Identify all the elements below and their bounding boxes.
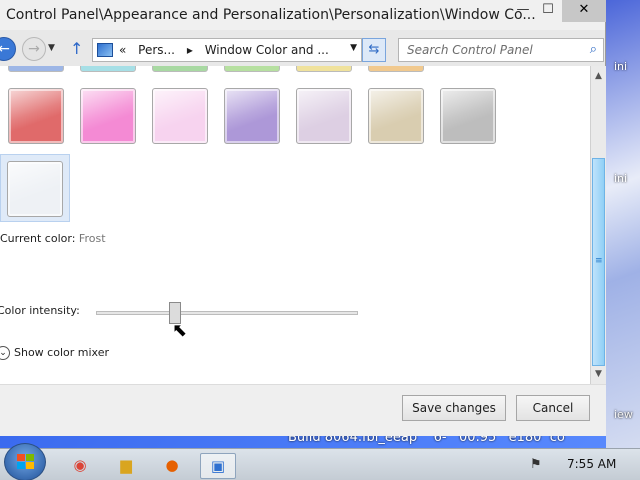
control-panel-window: Control Panel\Appearance and Personaliza… [0,0,606,436]
control-panel-icon [97,43,113,57]
back-button[interactable]: ← [0,37,16,61]
taskbar: ◉ ▆ ● ▣ ⚑ 7:55 AM [0,443,640,480]
refresh-button[interactable]: ⇆ [362,38,386,62]
color-swatch[interactable] [152,66,208,72]
vertical-scrollbar[interactable]: ▲ ≡ ▼ [590,66,606,384]
search-box: ⌕ [398,38,604,62]
clock[interactable]: 7:55 AM [567,457,616,471]
window-title: Control Panel\Appearance and Personaliza… [6,7,536,23]
color-swatch-lavender[interactable] [296,88,352,144]
search-input[interactable] [407,40,577,60]
scrollbar-grip-icon: ≡ [595,256,603,266]
dialog-footer: Save changes Cancel [0,384,606,436]
chrome-icon[interactable]: ◉ [62,453,98,479]
maximize-button[interactable]: ☐ [536,0,560,22]
current-color-value: Frost [78,232,106,245]
desktop-icon-label[interactable]: iew [614,408,633,421]
color-swatch[interactable] [296,66,352,72]
color-intensity-label: Color intensity: [0,304,80,317]
show-color-mixer-toggle[interactable]: ⌄ Show color mixer [0,346,109,360]
scroll-down-arrow-icon[interactable]: ▼ [591,366,606,382]
color-swatch[interactable] [80,66,136,72]
breadcrumb-overflow[interactable]: « [119,43,126,57]
scroll-up-arrow-icon[interactable]: ▲ [591,68,606,84]
chevron-down-icon[interactable]: ▼ [350,43,357,53]
forward-button[interactable]: → [22,37,46,61]
cancel-button[interactable]: Cancel [516,395,590,421]
breadcrumb-separator-icon[interactable]: ▸ [187,43,193,57]
color-intensity-slider-track[interactable] [96,311,358,315]
up-arrow-icon[interactable]: ↑ [70,39,83,58]
color-swatch-red[interactable] [8,88,64,144]
navigation-bar: ← → ▼ ↑ « Pers... ▸ Window Color and ...… [0,34,606,64]
color-swatch-light-pink[interactable] [152,88,208,144]
explorer-folder-icon[interactable]: ▆ [108,453,144,479]
desktop-icon-label[interactable]: ini [614,60,627,73]
minimize-button[interactable]: — [512,0,534,22]
color-swatch[interactable] [8,66,64,72]
breadcrumb-item[interactable]: Window Color and ... [205,43,329,57]
windows-logo-icon [17,454,35,470]
color-swatch[interactable] [224,66,280,72]
recent-pages-dropdown[interactable]: ▼ [48,43,55,53]
desktop-icon-label[interactable]: ini [614,172,627,185]
color-swatch-taupe[interactable] [368,88,424,144]
color-swatch-violet[interactable] [224,88,280,144]
chevron-down-icon: ⌄ [0,346,10,360]
current-color-label: Current color: [0,232,76,245]
breadcrumb: « Pers... ▸ Window Color and ... [119,43,337,57]
save-changes-button[interactable]: Save changes [402,395,506,421]
start-button[interactable] [4,443,46,480]
color-swatch-frost[interactable] [7,161,63,217]
control-panel-icon[interactable]: ▣ [200,453,236,479]
breadcrumb-item[interactable]: Pers... [138,43,175,57]
address-box[interactable]: « Pers... ▸ Window Color and ... ▼ [92,38,362,62]
color-swatch-pink[interactable] [80,88,136,144]
color-swatch-gray[interactable] [440,88,496,144]
close-button[interactable]: ✕ [562,0,606,22]
show-color-mixer-label: Show color mixer [14,346,109,359]
forward-arrow-icon: → [28,41,40,57]
title-bar[interactable]: Control Panel\Appearance and Personaliza… [0,0,606,30]
firefox-icon[interactable]: ● [154,453,190,479]
color-swatch[interactable] [368,66,424,72]
search-icon[interactable]: ⌕ [590,42,597,57]
action-center-flag-icon[interactable]: ⚑ [530,457,542,472]
back-arrow-icon: ← [0,41,10,57]
color-settings-pane: Current color: Frost Color intensity: ⬉ … [0,66,590,384]
current-color-text: Current color: Frost [0,232,106,245]
mouse-pointer-icon: ⬉ [172,320,188,341]
